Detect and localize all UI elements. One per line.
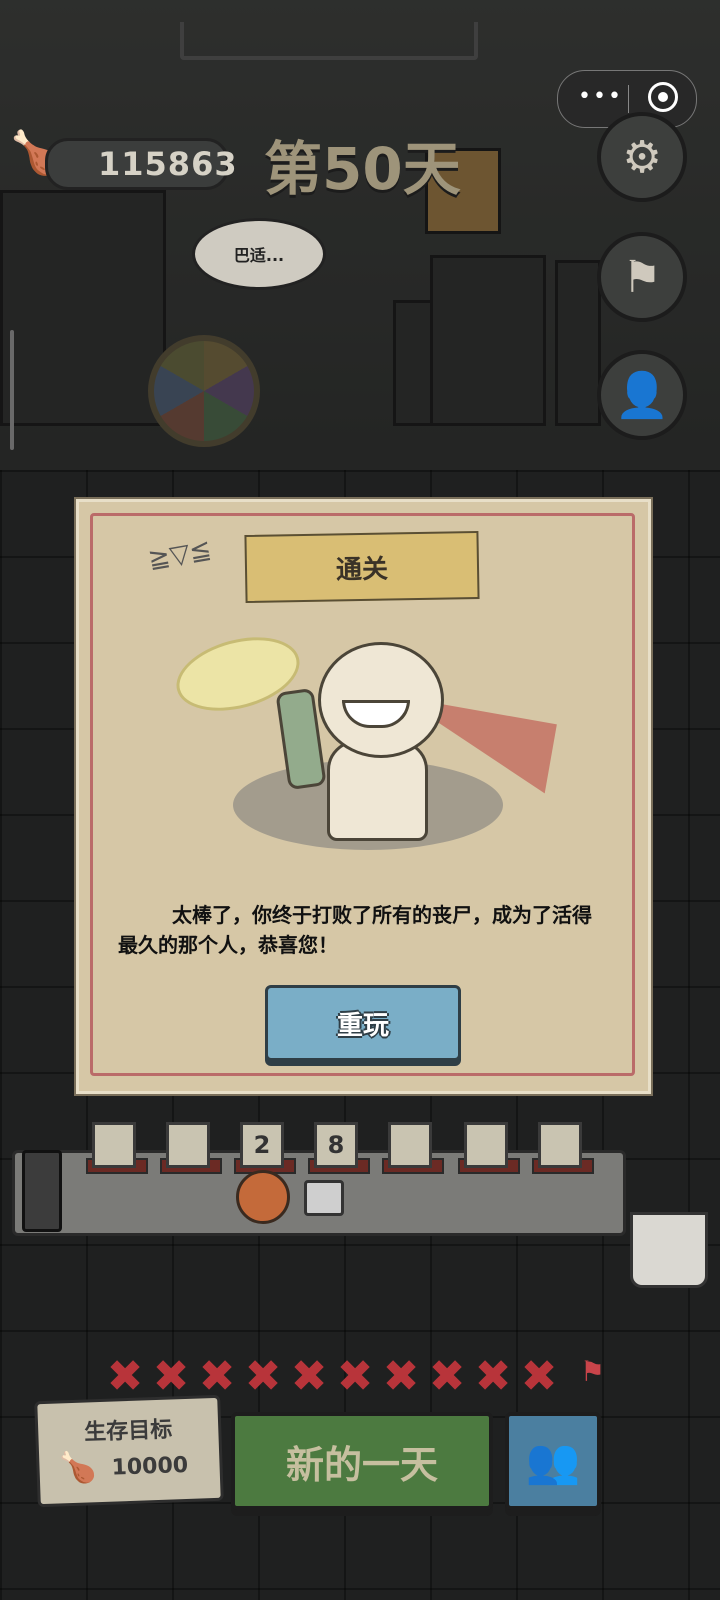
walkie-talkie-icon[interactable]	[22, 1150, 62, 1232]
day-cross-icon: ✖	[520, 1351, 558, 1402]
meat-count: 115863	[98, 145, 238, 183]
speech-bubble: 巴适...	[192, 218, 326, 290]
table-slot[interactable]	[388, 1122, 432, 1168]
more-dots-icon[interactable]: •••	[578, 84, 623, 109]
table-slot[interactable]: 2	[240, 1122, 284, 1168]
day-cross-icon: ✖	[336, 1351, 374, 1402]
meat-counter: 115863	[45, 138, 237, 190]
user-search-icon[interactable]: 👤	[597, 350, 687, 440]
day-cross-icon: ✖	[106, 1351, 144, 1402]
day-cross-icon: ✖	[290, 1351, 328, 1402]
day-title: 第50天	[264, 135, 461, 203]
day-cross-icon: ✖	[474, 1351, 512, 1402]
meat-icon: 🍗	[58, 1450, 98, 1487]
survival-goal-card: 生存目标 🍗 10000	[34, 1394, 224, 1508]
day-cross-icon: ✖	[428, 1351, 466, 1402]
table-slot[interactable]	[464, 1122, 508, 1168]
day-cross-icon: ✖	[198, 1351, 236, 1402]
bolt-icon[interactable]	[304, 1180, 344, 1216]
day-cross-icon: ✖	[244, 1351, 282, 1402]
gear-icon[interactable]: ⚙	[597, 112, 687, 202]
survival-goal-title: 生存目标	[83, 1417, 173, 1446]
people-icon[interactable]: 👥	[505, 1412, 601, 1510]
table-slot[interactable]	[92, 1122, 136, 1168]
flag-icon[interactable]: ⚑	[597, 232, 687, 322]
table-slot[interactable]	[538, 1122, 582, 1168]
survival-goal-value: 10000	[111, 1452, 189, 1481]
replay-button[interactable]: 重玩	[265, 985, 461, 1061]
capsule-divider	[628, 85, 629, 113]
basketball-icon[interactable]	[236, 1170, 290, 1224]
dialog-message: 太棒了，你终于打败了所有的丧尸，成为了活得最久的那个人，恭喜您！	[118, 903, 592, 957]
day-cross-icon: ✖	[382, 1351, 420, 1402]
day-progress: ✖ ✖ ✖ ✖ ✖ ✖ ✖ ✖ ✖ ✖	[104, 1351, 560, 1402]
progress-flag-icon: ⚑	[580, 1355, 606, 1388]
target-circle-icon[interactable]	[648, 82, 678, 112]
table-slot[interactable]: 8	[314, 1122, 358, 1168]
day-cross-icon: ✖	[152, 1351, 190, 1402]
bucket-icon	[630, 1212, 708, 1288]
dialog-title: 通关	[244, 530, 480, 604]
new-day-button[interactable]: 新的一天	[231, 1412, 493, 1510]
table-slot[interactable]	[166, 1122, 210, 1168]
